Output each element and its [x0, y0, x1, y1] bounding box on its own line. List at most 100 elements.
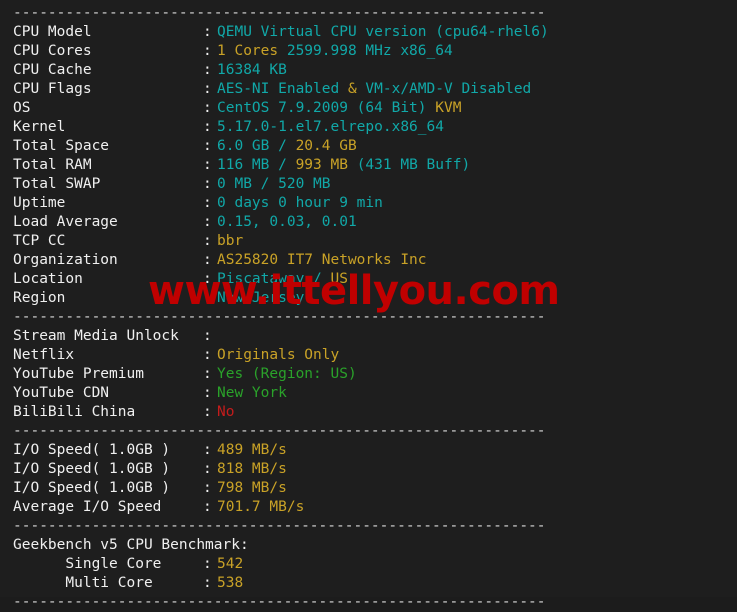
system-info-value: 0.15, 0.03, 0.01	[217, 213, 357, 232]
system-info-row: Total Space:6.0 GB / 20.4 GB	[0, 137, 737, 156]
system-info-colon: :	[203, 138, 212, 154]
io-speed-colon: :	[203, 461, 212, 477]
system-info-colon: :	[203, 81, 212, 97]
stream-media-value: Yes (Region: US)	[217, 365, 357, 384]
io-speed-colon: :	[203, 480, 212, 496]
system-info-value-part: (431 MB Buff)	[356, 157, 471, 173]
stream-media-value-part: No	[217, 404, 235, 420]
system-info-value-part: KVM	[435, 100, 462, 116]
geekbench-title-text: Geekbench v5 CPU Benchmark:	[13, 537, 249, 553]
system-info-value: 0 days 0 hour 9 min	[217, 194, 383, 213]
system-info-value-part: US	[330, 271, 348, 287]
system-info-value-part: 16384 KB	[217, 62, 287, 78]
stream-media-section: Stream Media Unlock: Netflix: Originals On…	[0, 327, 737, 422]
system-info-row: CPU Model: QEMU Virtual CPU version (cpu6…	[0, 23, 737, 42]
system-info-value-part: CentOS 7.9.2009 (64 Bit)	[217, 100, 436, 116]
system-info-value: New Jersey	[217, 289, 304, 308]
separator-after-system: ----------------------------------------…	[13, 309, 546, 325]
io-speed-value-part: 818 MB/s	[217, 461, 287, 477]
io-speed-value-part: 489 MB/s	[217, 442, 287, 458]
io-speed-section: I/O Speed( 1.0GB ):489 MB/s I/O Speed( 1.…	[0, 441, 737, 517]
io-speed-value: 798 MB/s	[217, 479, 287, 498]
system-info-value-part: AS25820 IT7 Networks Inc	[217, 252, 427, 268]
system-info-value: 0 MB / 520 MB	[217, 175, 331, 194]
system-info-label: OS	[13, 100, 31, 116]
stream-media-row: BiliBili China: No	[0, 403, 737, 422]
system-info-value: AS25820 IT7 Networks Inc	[217, 251, 427, 270]
system-info-value-part: 20.4 GB	[295, 138, 357, 154]
stream-media-row: Stream Media Unlock:	[0, 327, 737, 346]
system-info-colon: :	[203, 100, 212, 116]
system-info-value-part: New Jersey	[217, 290, 305, 306]
geekbench-section: Geekbench v5 CPU Benchmark: Single Core:…	[0, 536, 737, 593]
io-speed-value: 489 MB/s	[217, 441, 287, 460]
stream-media-value: Originals Only	[217, 346, 339, 365]
system-info-colon: :	[203, 176, 212, 192]
io-speed-row: I/O Speed( 1.0GB ):489 MB/s	[0, 441, 737, 460]
system-info-row: Load Average:0.15, 0.03, 0.01	[0, 213, 737, 232]
system-info-colon: :	[203, 214, 212, 230]
stream-media-colon: :	[203, 347, 212, 363]
system-info-label: Total RAM	[13, 157, 92, 173]
system-info-value-part: 0 MB / 520 MB	[217, 176, 331, 192]
stream-media-label: Stream Media Unlock	[13, 328, 179, 344]
io-speed-colon: :	[203, 442, 212, 458]
separator-bottom: ----------------------------------------…	[13, 594, 546, 610]
system-info-colon: :	[203, 43, 212, 59]
system-info-label: Location	[13, 271, 83, 287]
stream-media-colon: :	[203, 366, 212, 382]
system-info-value-part: AES-NI Enabled	[217, 81, 340, 97]
system-info-value: 5.17.0-1.el7.elrepo.x86_64	[217, 118, 444, 137]
system-info-value-part: /	[278, 157, 296, 173]
system-info-label: Total Space	[13, 138, 110, 154]
system-info-value-part: bbr	[217, 233, 244, 249]
io-speed-row: I/O Speed( 1.0GB ):818 MB/s	[0, 460, 737, 479]
system-info-colon: :	[203, 157, 212, 173]
io-speed-label: I/O Speed( 1.0GB )	[13, 442, 171, 458]
separator-after-io: ----------------------------------------…	[13, 518, 546, 534]
system-info-value-part: QEMU Virtual CPU version (cpu64-rhel6)	[217, 24, 549, 40]
geekbench-score-value: 542	[217, 555, 243, 574]
system-info-label: TCP CC	[13, 233, 66, 249]
separator-after-stream: ----------------------------------------…	[13, 423, 546, 439]
system-info-value: CentOS 7.9.2009 (64 Bit) KVM	[217, 99, 461, 118]
system-info-colon: :	[203, 290, 212, 306]
system-info-row: CPU Cache:16384 KB	[0, 61, 737, 80]
system-info-row: Organization: AS25820 IT7 Networks Inc	[0, 251, 737, 270]
io-speed-value-part: 798 MB/s	[217, 480, 287, 496]
io-speed-row: I/O Speed( 1.0GB ):798 MB/s	[0, 479, 737, 498]
system-info-value: 1 Cores 2599.998 MHz x86_64	[217, 42, 453, 61]
system-info-section: CPU Model: QEMU Virtual CPU version (cpu6…	[0, 23, 737, 308]
io-speed-value: 701.7 MB/s	[217, 498, 304, 517]
stream-media-label: Netflix	[13, 347, 75, 363]
io-speed-row: Average I/O Speed:701.7 MB/s	[0, 498, 737, 517]
system-info-label: Organization	[13, 252, 118, 268]
system-info-value-part: /	[278, 138, 296, 154]
system-info-colon: :	[203, 233, 212, 249]
system-info-value-part: 5.17.0-1.el7.elrepo.x86_64	[217, 119, 444, 135]
system-info-row: TCP CC: bbr	[0, 232, 737, 251]
geekbench-score-value: 538	[217, 574, 243, 593]
system-info-row: Region: New Jersey	[0, 289, 737, 308]
stream-media-label: BiliBili China	[13, 404, 136, 420]
system-info-colon: :	[203, 119, 212, 135]
system-info-value: 116 MB / 993 MB (431 MB Buff)	[217, 156, 470, 175]
terminal-window: ----------------------------------------…	[0, 0, 737, 610]
geekbench-score-row: Single Core:542	[0, 555, 737, 574]
system-info-colon: :	[203, 271, 212, 287]
system-info-label: Region	[13, 290, 66, 306]
system-info-value: 16384 KB	[217, 61, 287, 80]
separator-top: ----------------------------------------…	[13, 5, 546, 21]
system-info-value: Piscataway / US	[217, 270, 348, 289]
stream-media-value-part: New York	[217, 385, 287, 401]
io-speed-label: I/O Speed( 1.0GB )	[13, 461, 171, 477]
stream-media-colon: :	[203, 404, 212, 420]
system-info-value: QEMU Virtual CPU version (cpu64-rhel6)	[217, 23, 549, 42]
system-info-colon: :	[203, 62, 212, 78]
system-info-value-part: 1 Cores	[217, 43, 287, 59]
system-info-label: Kernel	[13, 119, 66, 135]
system-info-value: bbr	[217, 232, 243, 251]
stream-media-row: Netflix: Originals Only	[0, 346, 737, 365]
stream-media-row: YouTube CDN: New York	[0, 384, 737, 403]
system-info-value-part: VM-x/AMD-V Disabled	[365, 81, 532, 97]
